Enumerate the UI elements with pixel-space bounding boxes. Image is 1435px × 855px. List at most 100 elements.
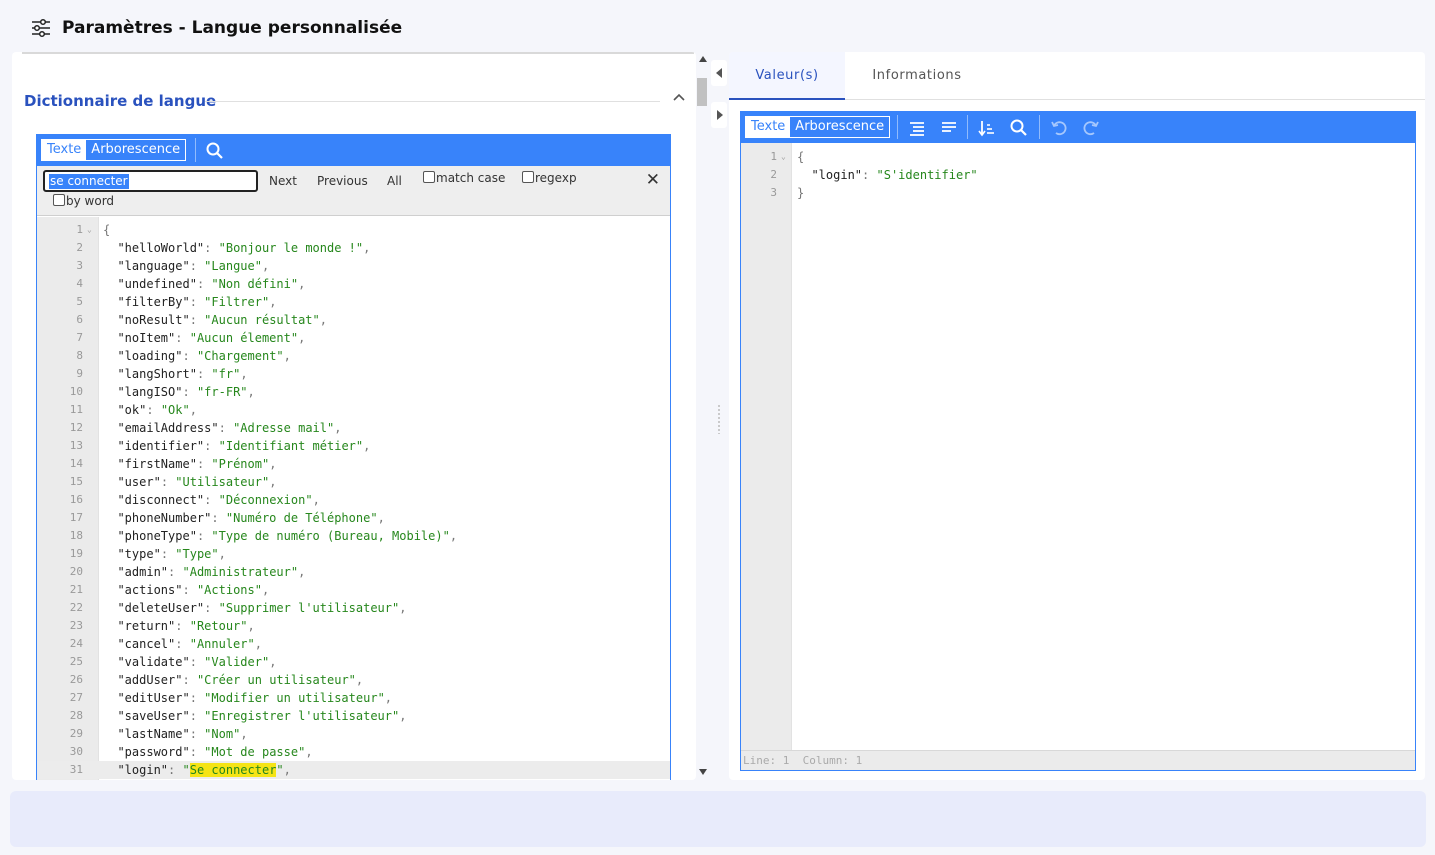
- fold-icon[interactable]: ⌄: [781, 148, 786, 166]
- colon: :: [204, 601, 219, 615]
- line-number: 5: [76, 295, 83, 308]
- json-key: "addUser": [117, 673, 183, 687]
- mode-tree-button[interactable]: Arborescence: [790, 117, 889, 137]
- regexp-option[interactable]: regexp: [522, 171, 577, 185]
- section-title: Dictionnaire de langue: [24, 92, 217, 110]
- line-number: 28: [69, 709, 83, 722]
- code-line[interactable]: 27 "editUser": "Modifier un utilisateur"…: [37, 689, 670, 707]
- code-line[interactable]: 24 "cancel": "Annuler",: [37, 635, 670, 653]
- json-editor-dictionary: Texte Arborescence se connecter Next Pre…: [36, 134, 671, 780]
- code-line[interactable]: 5 "filterBy": "Filtrer",: [37, 293, 670, 311]
- match-case-option[interactable]: match case: [423, 171, 505, 185]
- code-line[interactable]: 15 "user": "Utilisateur",: [37, 473, 670, 491]
- panel-splitter[interactable]: [710, 52, 728, 780]
- scroll-down-arrow[interactable]: [699, 769, 707, 775]
- code-area[interactable]: 1 ⌄{2 "login": "S'identifier" 3}: [741, 143, 1415, 750]
- fold-icon[interactable]: ⌄: [87, 221, 92, 239]
- code-line[interactable]: 12 "emailAddress": "Adresse mail",: [37, 419, 670, 437]
- code-line[interactable]: 4 "undefined": "Non défini",: [37, 275, 670, 293]
- code-line[interactable]: 2 "login": "S'identifier": [741, 166, 1374, 184]
- chevron-up-icon[interactable]: [672, 90, 686, 104]
- code-line[interactable]: 26 "addUser": "Créer un utilisateur",: [37, 671, 670, 689]
- tab-values[interactable]: Valeur(s): [729, 52, 845, 100]
- compact-json-icon[interactable]: [939, 118, 959, 138]
- code-line[interactable]: 25 "validate": "Valider",: [37, 653, 670, 671]
- code-line[interactable]: 10 "langISO": "fr-FR",: [37, 383, 670, 401]
- code-line[interactable]: 22 "deleteUser": "Supprimer l'utilisateu…: [37, 599, 670, 617]
- code-line[interactable]: 8 "loading": "Chargement",: [37, 347, 670, 365]
- json-key: "validate": [117, 655, 190, 669]
- code-text: "noResult": "Aucun résultat",: [103, 311, 327, 329]
- regexp-checkbox[interactable]: [522, 171, 534, 183]
- json-value: "Mot de passe": [204, 745, 306, 759]
- scroll-up-arrow[interactable]: [699, 56, 707, 62]
- search-icon[interactable]: [205, 141, 225, 161]
- undo-icon[interactable]: [1049, 118, 1069, 138]
- left-scrollbar[interactable]: [696, 52, 710, 780]
- close-search-button[interactable]: ✕: [646, 170, 660, 190]
- code-line[interactable]: 30 "password": "Mot de passe",: [37, 743, 670, 761]
- by-word-option[interactable]: by word: [53, 194, 114, 208]
- drag-handle-icon[interactable]: [717, 404, 721, 434]
- code-line[interactable]: 14 "firstName": "Prénom",: [37, 455, 670, 473]
- search-input[interactable]: se connecter: [43, 170, 258, 192]
- code-line[interactable]: 29 "lastName": "Nom",: [37, 725, 670, 743]
- comma: ,: [261, 583, 270, 597]
- by-word-label: by word: [66, 194, 115, 208]
- redo-icon[interactable]: [1081, 118, 1101, 138]
- line-number: 9: [76, 367, 83, 380]
- code-line[interactable]: 7 "noItem": "Aucun élement",: [37, 329, 670, 347]
- search-previous-button[interactable]: Previous: [317, 174, 368, 188]
- search-all-button[interactable]: All: [387, 174, 402, 188]
- comma: ,: [355, 673, 364, 687]
- code-line[interactable]: 11 "ok": "Ok",: [37, 401, 670, 419]
- json-value: "Modifier un utilisateur": [204, 691, 385, 705]
- code-line[interactable]: 9 "langShort": "fr",: [37, 365, 670, 383]
- match-case-checkbox[interactable]: [423, 171, 435, 183]
- code-line[interactable]: 28 "saveUser": "Enregistrer l'utilisateu…: [37, 707, 670, 725]
- code-line[interactable]: 2 "helloWorld": "Bonjour le monde !",: [37, 239, 670, 257]
- code-line[interactable]: 21 "actions": "Actions",: [37, 581, 670, 599]
- json-key: "login": [811, 168, 863, 182]
- json-value: "Se connecter": [182, 763, 284, 777]
- code-text: "phoneType": "Type de numéro (Bureau, Mo…: [103, 527, 457, 545]
- code-line[interactable]: 6 "noResult": "Aucun résultat",: [37, 311, 670, 329]
- code-text: "user": "Utilisateur",: [103, 473, 276, 491]
- code-line[interactable]: 1 ⌄ {: [37, 221, 670, 239]
- colon: :: [189, 259, 205, 273]
- collapse-left-button[interactable]: [711, 60, 727, 86]
- scroll-thumb[interactable]: [697, 78, 707, 106]
- collapse-right-button[interactable]: [711, 102, 727, 128]
- tab-informations[interactable]: Informations: [853, 52, 981, 100]
- json-value: "Retour": [189, 619, 248, 633]
- code-line[interactable]: 16 "disconnect": "Déconnexion",: [37, 491, 670, 509]
- search-icon[interactable]: [1009, 118, 1029, 138]
- format-json-icon[interactable]: [907, 118, 927, 138]
- json-key: "firstName": [117, 457, 197, 471]
- code-line[interactable]: 18 "phoneType": "Type de numéro (Bureau,…: [37, 527, 670, 545]
- code-line[interactable]: 1 ⌄ {: [741, 148, 1374, 166]
- json-value: "Langue": [204, 259, 262, 273]
- code-text: "admin": "Administrateur",: [103, 563, 305, 581]
- mode-text-button[interactable]: Texte: [746, 117, 791, 137]
- search-next-button[interactable]: Next: [269, 174, 297, 188]
- code-line[interactable]: 31 "login": "Se connecter",: [37, 761, 670, 779]
- code-line[interactable]: 13 "identifier": "Identifiant métier",: [37, 437, 670, 455]
- sliders-icon: [32, 18, 50, 38]
- code-text: "login": "S'identifier": [797, 166, 977, 184]
- code-text: "noItem": "Aucun élement",: [103, 329, 305, 347]
- by-word-checkbox[interactable]: [53, 194, 65, 206]
- code-line[interactable]: 3 "language": "Langue",: [37, 257, 670, 275]
- mode-text-button[interactable]: Texte: [42, 140, 87, 160]
- code-area[interactable]: 1 ⌄ {2 "helloWorld": "Bonjour le monde !",…: [37, 217, 670, 780]
- colon: :: [862, 168, 877, 182]
- code-line[interactable]: 23 "return": "Retour",: [37, 617, 670, 635]
- line-number: 22: [69, 601, 83, 614]
- colon: :: [175, 637, 190, 651]
- code-line[interactable]: 3}: [741, 184, 1374, 202]
- code-line[interactable]: 19 "type": "Type",: [37, 545, 670, 563]
- sort-icon[interactable]: [977, 118, 997, 138]
- code-line[interactable]: 17 "phoneNumber": "Numéro de Téléphone",: [37, 509, 670, 527]
- mode-tree-button[interactable]: Arborescence: [86, 140, 185, 160]
- code-line[interactable]: 20 "admin": "Administrateur",: [37, 563, 670, 581]
